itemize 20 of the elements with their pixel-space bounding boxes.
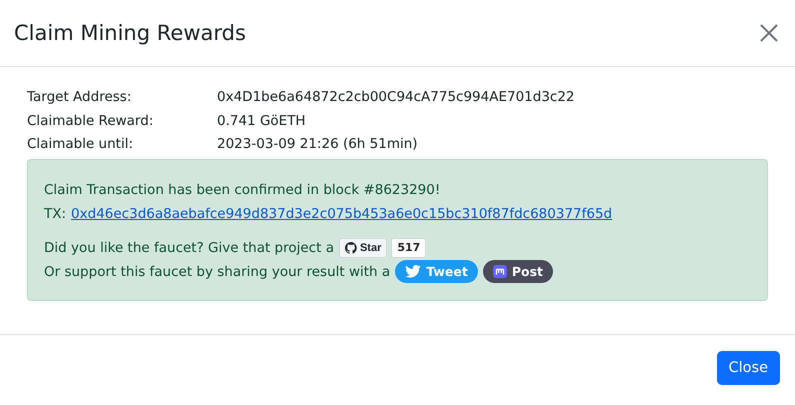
- close-button[interactable]: Close: [716, 350, 780, 384]
- tx-label: TX:: [44, 204, 66, 224]
- star-count: 517: [391, 238, 426, 258]
- star-prompt: Did you like the faucet? Give that project a: [44, 238, 334, 258]
- transaction-link[interactable]: 0xd46ec3d6a8aebafce949d837d3e2c075b453a6e0c15bc310f87fdc680377f65d: [71, 202, 612, 226]
- mastodon-icon: [492, 264, 507, 278]
- star-button[interactable]: Star: [338, 238, 388, 258]
- confirmation-message: Claim Transaction has been confirmed in block #8623290!: [44, 180, 442, 200]
- octocat-icon: [344, 242, 357, 254]
- detail-label: Claimable until:: [27, 135, 134, 154]
- share-prompt: Or support this faucet by sharing your result with a: [44, 262, 390, 282]
- detail-label: Target Address:: [27, 88, 132, 107]
- dialog-title: Claim Mining Rewards: [14, 21, 246, 45]
- tweet-button[interactable]: Tweet: [395, 260, 478, 283]
- post-button[interactable]: Post: [482, 260, 553, 283]
- detail-value: 0x4D1be6a64872c2cb00C94cA775c994AE701d3c22: [217, 88, 575, 107]
- detail-value: 0.741 GöETH: [217, 112, 306, 130]
- bird-icon: [405, 265, 422, 278]
- detail-value: 2023-03-09 21:26 (6h 51min): [217, 135, 418, 154]
- detail-label: Claimable Reward:: [27, 112, 154, 130]
